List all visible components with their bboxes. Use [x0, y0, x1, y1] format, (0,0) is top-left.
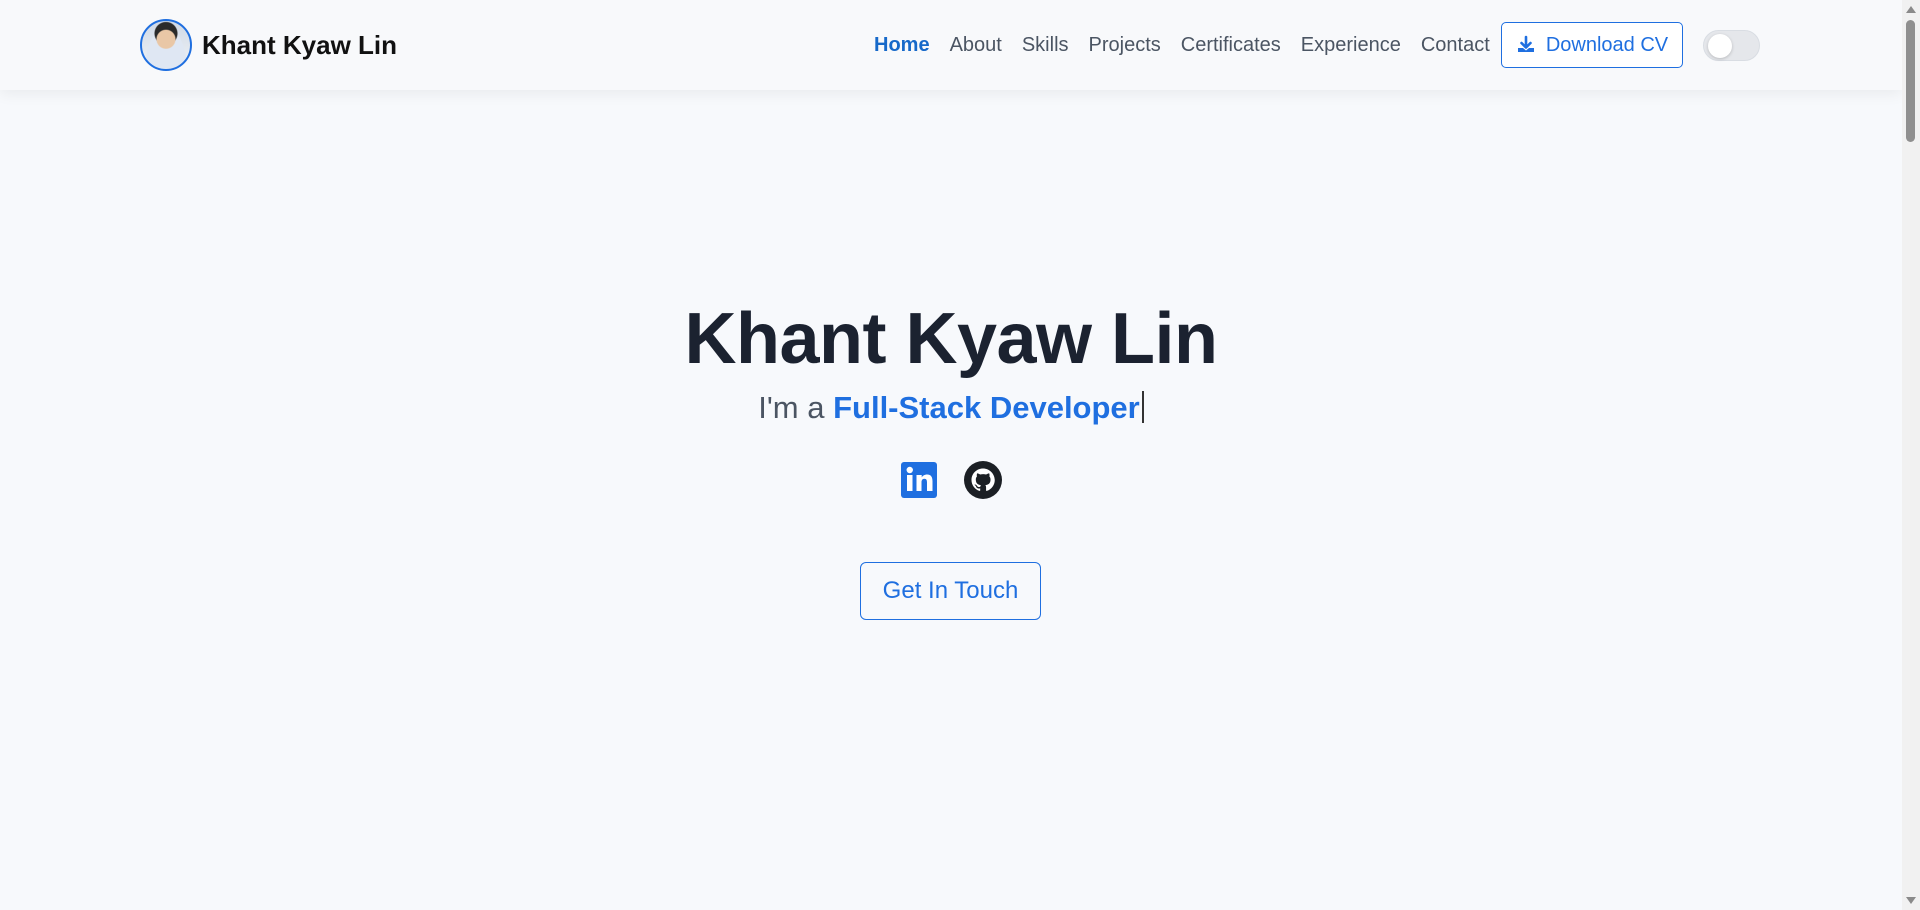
nav-item-certificates[interactable]: Certificates — [1181, 34, 1281, 57]
hero-title: Khant Kyaw Lin — [684, 299, 1218, 379]
hero-tagline: I'm a Full-Stack Developer — [0, 390, 1902, 426]
scroll-thumb[interactable] — [1906, 20, 1915, 142]
toggle-knob — [1708, 34, 1732, 58]
navbar: Khant Kyaw Lin Home About Skills Project… — [0, 0, 1902, 90]
get-in-touch-button[interactable]: Get In Touch — [860, 562, 1041, 620]
linkedin-icon[interactable] — [899, 460, 939, 500]
hero-section: Khant Kyaw Lin I'm a Full-Stack Develope… — [0, 90, 1902, 910]
download-cv-button[interactable]: Download CV — [1501, 22, 1683, 68]
nav-item-experience[interactable]: Experience — [1301, 34, 1401, 57]
typing-caret — [1141, 391, 1144, 423]
scroll-up-icon[interactable] — [1906, 6, 1916, 13]
brand[interactable]: Khant Kyaw Lin — [140, 19, 397, 71]
theme-toggle[interactable] — [1703, 30, 1760, 61]
nav-item-home[interactable]: Home — [874, 34, 930, 57]
github-icon[interactable] — [963, 460, 1003, 500]
brand-name: Khant Kyaw Lin — [202, 29, 398, 60]
scrollbar[interactable] — [1902, 0, 1920, 910]
download-icon — [1517, 35, 1534, 52]
avatar — [140, 19, 192, 71]
nav-links: Home About Skills Projects Certificates … — [874, 0, 1490, 90]
download-cv-label: Download CV — [1545, 33, 1669, 56]
scroll-down-icon[interactable] — [1906, 897, 1916, 904]
nav-item-about[interactable]: About — [950, 34, 1002, 57]
nav-item-projects[interactable]: Projects — [1089, 34, 1161, 57]
tagline-prefix: I'm a — [758, 390, 834, 425]
tagline-role: Full-Stack Developer — [833, 390, 1140, 425]
nav-item-skills[interactable]: Skills — [1022, 34, 1069, 57]
social-links — [0, 460, 1902, 500]
nav-item-contact[interactable]: Contact — [1421, 34, 1490, 57]
